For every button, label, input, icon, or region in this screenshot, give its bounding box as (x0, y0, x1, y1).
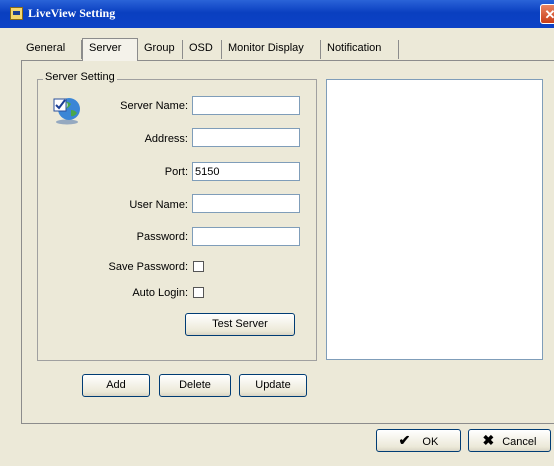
app-icon (10, 7, 23, 20)
user-name-label: User Name: (129, 199, 188, 211)
cancel-button[interactable]: ✖ Cancel (468, 429, 551, 452)
address-field[interactable] (192, 128, 300, 147)
server-list[interactable] (326, 79, 543, 360)
tab-group[interactable]: Group (138, 40, 183, 59)
auto-login-label: Auto Login: (132, 287, 188, 299)
address-label: Address: (144, 133, 188, 145)
port-field[interactable] (192, 162, 300, 181)
port-label: Port: (164, 166, 188, 178)
close-button[interactable]: ✕ (540, 4, 554, 24)
server-setting-legend: Server Setting (43, 71, 117, 83)
delete-button[interactable]: Delete (159, 374, 231, 397)
add-button[interactable]: Add (82, 374, 150, 397)
tab-notification[interactable]: Notification (321, 40, 399, 59)
ok-button[interactable]: ✔ OK (376, 429, 461, 452)
tab-osd[interactable]: OSD (183, 40, 222, 59)
tab-monitor-display[interactable]: Monitor Display (222, 40, 321, 59)
password-field[interactable] (192, 227, 300, 246)
save-password-checkbox[interactable] (193, 261, 204, 272)
update-button[interactable]: Update (239, 374, 307, 397)
ok-label: OK (422, 436, 439, 448)
server-name-field[interactable] (192, 96, 300, 115)
server-name-label: Server Name: (120, 100, 188, 112)
checkmark-icon: ✔ (398, 432, 411, 448)
password-label: Password: (136, 231, 188, 243)
cancel-label: Cancel (502, 436, 537, 448)
tab-general[interactable]: General (20, 40, 82, 59)
title-bar: LiveView Setting ✕ (0, 0, 554, 28)
x-icon: ✖ (482, 432, 495, 448)
window-title: LiveView Setting (28, 6, 116, 20)
tab-server[interactable]: Server (82, 38, 138, 61)
save-password-label: Save Password: (108, 261, 188, 273)
test-server-button[interactable]: Test Server (185, 313, 295, 336)
user-name-field[interactable] (192, 194, 300, 213)
auto-login-checkbox[interactable] (193, 287, 204, 298)
divider (21, 423, 554, 424)
